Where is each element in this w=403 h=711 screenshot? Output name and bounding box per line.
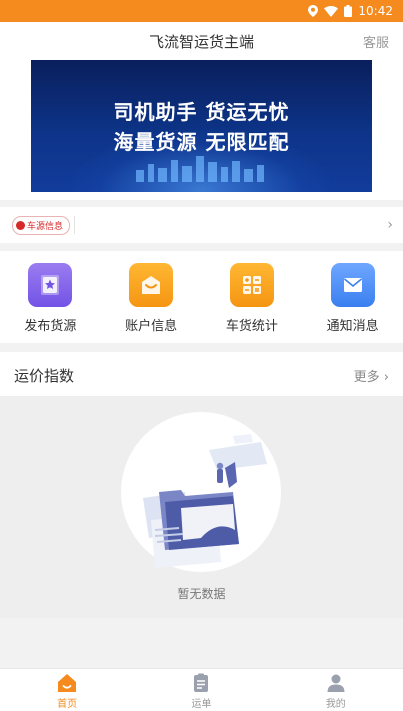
tab-label: 我的 (325, 699, 346, 710)
banner-section: 司机助手 货运无忧 海量货源 无限匹配 (0, 60, 403, 200)
more-label: 更多 (353, 370, 380, 385)
grid-item-publish-cargo[interactable]: 发布货源 (0, 251, 101, 343)
banner-headline-2: 海量货源 无限匹配 (113, 130, 290, 154)
empty-state: 暂无数据 (0, 396, 403, 618)
grid-item-label: 车货统计 (225, 319, 278, 334)
freight-index-header: 运价指数 更多 › (0, 352, 403, 396)
tab-label: 首页 (57, 699, 78, 710)
envelope-icon (330, 263, 375, 307)
app-header: 飞流智运货主端 客服 (0, 22, 403, 60)
chevron-right-icon: › (383, 370, 389, 385)
home-icon (58, 674, 77, 692)
calculator-icon (229, 263, 274, 307)
vehicle-info-notice[interactable]: 车源信息 › (0, 207, 403, 243)
quick-actions-grid: 发布货源 账户信息 车货统计 通知消息 (0, 251, 403, 343)
wallet-icon (129, 263, 174, 307)
tag-dot-icon (16, 220, 25, 230)
tab-label: 运单 (191, 699, 212, 710)
freight-index-title: 运价指数 (14, 367, 75, 385)
grid-item-label: 发布货源 (24, 319, 77, 334)
empty-folder-illustration (143, 434, 267, 568)
empty-state-text: 暂无数据 (177, 587, 226, 601)
grid-item-account-info[interactable]: 账户信息 (101, 251, 202, 343)
tab-mine[interactable]: 我的 (269, 669, 403, 711)
chevron-right-icon[interactable]: › (387, 217, 393, 233)
grid-item-cargo-stats[interactable]: 车货统计 (202, 251, 303, 343)
user-icon (327, 674, 345, 692)
vehicle-info-tag-label: 车源信息 (27, 221, 64, 232)
wifi-icon (324, 5, 339, 17)
battery-icon (344, 5, 353, 17)
divider (74, 216, 76, 234)
vehicle-info-tag: 车源信息 (12, 215, 71, 235)
page-title: 飞流智运货主端 (148, 32, 254, 51)
city-skyline-graphic (136, 156, 264, 182)
banner-headline-1: 司机助手 货运无忧 (113, 100, 290, 124)
status-time: 10:42 (358, 4, 393, 18)
tab-orders[interactable]: 运单 (134, 669, 268, 711)
customer-service-button[interactable]: 客服 (363, 32, 389, 51)
more-button[interactable]: 更多 › (354, 366, 389, 385)
grid-item-notifications[interactable]: 通知消息 (302, 251, 403, 343)
bottom-tab-bar: 首页 运单 我的 (0, 668, 403, 711)
tab-home[interactable]: 首页 (0, 669, 134, 711)
banner[interactable]: 司机助手 货运无忧 海量货源 无限匹配 (31, 60, 372, 192)
status-bar: 10:42 (0, 0, 403, 22)
grid-item-label: 通知消息 (326, 319, 379, 334)
grid-item-label: 账户信息 (125, 319, 178, 334)
star-document-icon (28, 263, 73, 307)
location-icon (308, 5, 319, 17)
clipboard-icon (194, 673, 209, 692)
